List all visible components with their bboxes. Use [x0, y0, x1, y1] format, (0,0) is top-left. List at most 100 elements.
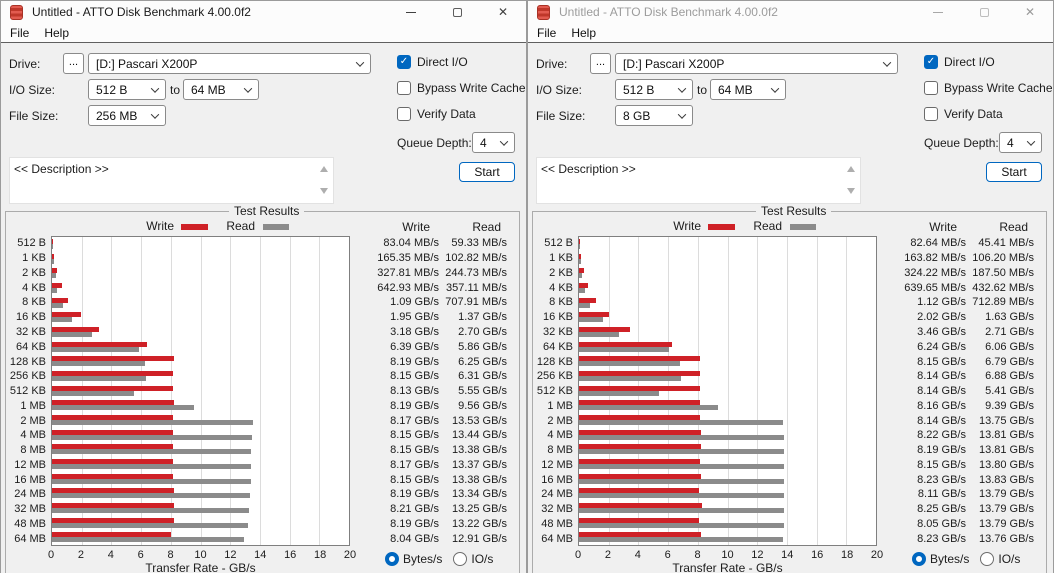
- read-value: 59.33 MB/s: [451, 237, 507, 250]
- close-button[interactable]: ✕: [480, 1, 526, 23]
- io-size-tick-label: 12 MB: [14, 458, 46, 471]
- bypass-write-cache-checkbox[interactable]: Bypass Write Cache: [397, 81, 526, 95]
- result-row: 8.25 GB/s 13.79 GB/s: [878, 502, 1034, 517]
- file-size-select[interactable]: 256 MB: [88, 105, 166, 126]
- write-value: 8.15 GB/s: [390, 444, 439, 457]
- start-button[interactable]: Start: [986, 162, 1042, 182]
- description-text: << Description >>: [14, 162, 109, 176]
- result-row: 8.23 GB/s 13.76 GB/s: [878, 531, 1034, 546]
- menu-help[interactable]: Help: [44, 26, 69, 40]
- minimize-button[interactable]: [915, 1, 961, 23]
- io-size-tick-label: 1 KB: [549, 252, 573, 265]
- read-bar: [579, 244, 580, 249]
- browse-drive-button[interactable]: ...: [63, 53, 84, 74]
- io-size-to-select[interactable]: 64 MB: [710, 79, 786, 100]
- menu-file[interactable]: File: [537, 26, 556, 40]
- io-per-sec-radio[interactable]: IO/s: [980, 552, 1020, 566]
- x-tick-label: 12: [751, 549, 764, 561]
- read-bar: [579, 434, 785, 440]
- drive-select[interactable]: [D:] Pascari X200P: [615, 53, 898, 74]
- maximize-icon: [452, 7, 462, 17]
- spinner-up-icon[interactable]: [320, 166, 328, 172]
- io-size-to-select[interactable]: 64 MB: [183, 79, 259, 100]
- queue-depth-label: Queue Depth:: [397, 136, 472, 150]
- read-bar: [579, 420, 784, 426]
- io-size-tick-label: 1 MB: [547, 399, 573, 412]
- io-size-from-select[interactable]: 512 B: [88, 79, 166, 100]
- minimize-button[interactable]: [388, 1, 434, 23]
- io-size-from-select[interactable]: 512 B: [615, 79, 693, 100]
- verify-data-checkbox[interactable]: Verify Data: [397, 107, 476, 121]
- x-tick-label: 20: [870, 549, 884, 561]
- read-bar: [579, 332, 620, 338]
- read-bar: [52, 522, 249, 528]
- read-value: 13.81 GB/s: [978, 444, 1034, 457]
- write-value: 6.39 GB/s: [390, 340, 439, 353]
- file-size-label: File Size:: [536, 109, 586, 123]
- read-bar: [52, 361, 145, 367]
- legend-read-label: Read: [753, 219, 782, 233]
- chart-row: [52, 501, 349, 516]
- result-row: 8.05 GB/s 13.79 GB/s: [878, 517, 1034, 532]
- result-row: 8.14 GB/s 5.41 GB/s: [878, 384, 1034, 399]
- result-row: 8.15 GB/s 6.79 GB/s: [878, 354, 1034, 369]
- queue-depth-label: Queue Depth:: [924, 136, 999, 150]
- chart-row: [52, 413, 349, 428]
- io-size-tick-label: 24 MB: [14, 488, 46, 501]
- read-bar: [579, 361, 680, 367]
- read-bar: [52, 508, 249, 514]
- io-size-tick-label: 512 KB: [9, 385, 46, 398]
- spinner-up-icon[interactable]: [847, 166, 855, 172]
- chart-row: [579, 281, 876, 296]
- maximize-button[interactable]: [961, 1, 1007, 23]
- write-value: 1.95 GB/s: [390, 311, 439, 324]
- read-bar: [52, 390, 135, 396]
- menu-help[interactable]: Help: [571, 26, 596, 40]
- close-button[interactable]: ✕: [1007, 1, 1053, 23]
- chart-row: [579, 442, 876, 457]
- direct-io-checkbox[interactable]: Direct I/O: [924, 55, 995, 69]
- io-size-tick-label: 2 MB: [547, 414, 573, 427]
- chart-row: [52, 369, 349, 384]
- radio-icon: [980, 552, 995, 566]
- direct-io-checkbox[interactable]: Direct I/O: [397, 55, 468, 69]
- verify-data-checkbox[interactable]: Verify Data: [924, 107, 1003, 121]
- write-value: 8.15 GB/s: [390, 429, 439, 442]
- chevron-down-icon: [355, 57, 365, 67]
- menu-file[interactable]: File: [10, 26, 29, 40]
- bytes-per-sec-radio[interactable]: Bytes/s: [912, 552, 969, 566]
- io-size-tick-label: 32 MB: [14, 503, 46, 516]
- read-value: 13.83 GB/s: [978, 473, 1034, 486]
- x-tick-label: 2: [604, 549, 611, 561]
- radio-icon: [912, 552, 926, 566]
- bytes-per-sec-radio[interactable]: Bytes/s: [385, 552, 442, 566]
- queue-depth-select[interactable]: 4: [999, 132, 1042, 153]
- chevron-down-icon: [150, 83, 160, 93]
- chart-row: [52, 354, 349, 369]
- file-size-select[interactable]: 8 GB: [615, 105, 693, 126]
- write-value: 8.19 GB/s: [390, 488, 439, 501]
- drive-select[interactable]: [D:] Pascari X200P: [88, 53, 371, 74]
- queue-depth-select[interactable]: 4: [472, 132, 515, 153]
- description-input[interactable]: << Description >>: [536, 157, 861, 204]
- write-value: 8.17 GB/s: [390, 414, 439, 427]
- bypass-write-cache-checkbox[interactable]: Bypass Write Cache: [924, 81, 1053, 95]
- read-bar: [52, 332, 93, 338]
- description-input[interactable]: << Description >>: [9, 157, 334, 204]
- browse-drive-button[interactable]: ...: [590, 53, 611, 74]
- io-per-sec-radio[interactable]: IO/s: [453, 552, 493, 566]
- maximize-button[interactable]: [434, 1, 480, 23]
- io-size-tick-label: 512 KB: [536, 385, 573, 398]
- x-tick-label: 6: [664, 549, 671, 561]
- read-value: 13.44 GB/s: [451, 429, 507, 442]
- spinner-down-icon[interactable]: [847, 188, 855, 194]
- io-size-tick-label: 256 KB: [536, 370, 573, 383]
- read-bar: [579, 390, 660, 396]
- spinner-down-icon[interactable]: [320, 188, 328, 194]
- read-value: 707.91 MB/s: [445, 296, 507, 309]
- io-size-axis: 512 B 1 KB 2 KB 4 KB 8 KB 16 KB 32 KB 64 KB 128 …: [1, 236, 46, 546]
- read-value: 187.50 MB/s: [972, 266, 1034, 279]
- chart-row: [52, 252, 349, 267]
- start-button[interactable]: Start: [459, 162, 515, 182]
- write-value: 8.14 GB/s: [917, 414, 966, 427]
